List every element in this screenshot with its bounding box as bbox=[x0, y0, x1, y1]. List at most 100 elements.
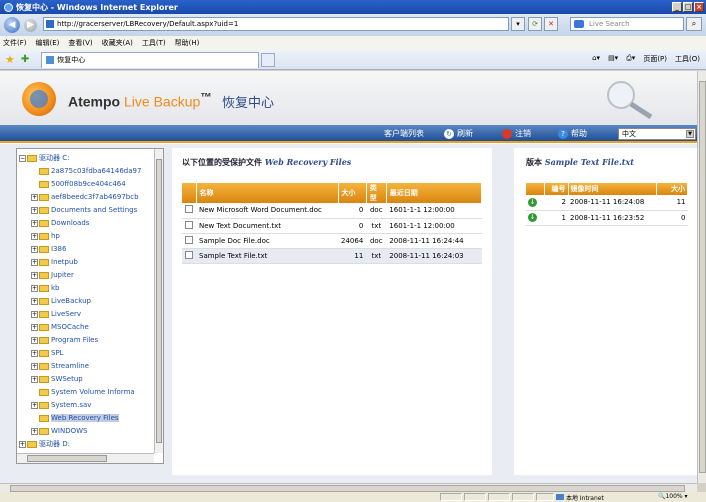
favorites-star-icon[interactable]: ★ bbox=[5, 53, 15, 66]
expand-icon[interactable]: + bbox=[31, 310, 38, 318]
col-image-time[interactable]: 镜像时间 bbox=[568, 183, 657, 195]
tree-node[interactable]: + Streamline bbox=[31, 361, 89, 371]
col-version-size[interactable]: 大小 bbox=[656, 183, 688, 195]
col-type[interactable]: 类型 bbox=[366, 183, 387, 203]
logout-link[interactable]: 注销 bbox=[502, 128, 531, 139]
version-row[interactable]: ↓ 1 2008-11-11 16:23:52 0 bbox=[526, 210, 688, 226]
tree-node[interactable]: + 驱动器 D: bbox=[19, 439, 70, 449]
file-checkbox[interactable] bbox=[185, 220, 193, 229]
file-checkbox[interactable] bbox=[185, 235, 193, 244]
file-type: txt bbox=[366, 248, 387, 264]
collapse-icon[interactable]: − bbox=[19, 154, 26, 162]
expand-icon[interactable]: + bbox=[31, 284, 38, 292]
expand-icon[interactable]: + bbox=[31, 323, 38, 331]
refresh-link[interactable]: ↻ 刷新 bbox=[444, 128, 473, 139]
menu-help[interactable]: 帮助(H) bbox=[175, 38, 200, 48]
file-row[interactable]: New Microsoft Word Document.doc 0 doc 1601-… bbox=[182, 203, 482, 219]
expand-icon[interactable]: + bbox=[31, 245, 38, 253]
col-date[interactable]: 最近日期 bbox=[386, 183, 483, 203]
expand-icon[interactable]: + bbox=[31, 427, 38, 435]
maximize-button[interactable]: □ bbox=[683, 2, 693, 12]
tree-node[interactable]: + WINDOWS bbox=[31, 426, 88, 436]
page-menu[interactable]: 页面(P) bbox=[643, 54, 667, 64]
address-dropdown-button[interactable]: ▾ bbox=[511, 17, 525, 31]
new-tab-button[interactable] bbox=[261, 52, 276, 67]
stop-icon[interactable]: ✕ bbox=[544, 17, 558, 31]
menu-file[interactable]: 文件(F) bbox=[3, 38, 27, 48]
file-checkbox[interactable] bbox=[185, 205, 193, 214]
tree-node[interactable]: + System.sav bbox=[31, 400, 91, 410]
expand-icon[interactable]: + bbox=[31, 362, 38, 370]
expand-icon[interactable]: + bbox=[19, 440, 26, 448]
page-horizontal-scrollbar[interactable] bbox=[0, 483, 697, 492]
restore-icon[interactable]: ↓ bbox=[528, 213, 537, 222]
tree-vertical-scrollbar[interactable] bbox=[154, 149, 163, 453]
client-list-link[interactable]: 客户端列表 bbox=[384, 128, 424, 139]
menu-edit[interactable]: 编辑(E) bbox=[36, 38, 60, 48]
col-size[interactable]: 大小 bbox=[338, 183, 367, 203]
tree-node[interactable]: + SPL bbox=[31, 348, 64, 358]
file-row[interactable]: New Text Document.txt 0 txt 1601-1-1 12:00:… bbox=[182, 218, 482, 234]
expand-icon[interactable]: + bbox=[31, 193, 38, 201]
print-icon[interactable]: ⎙▾ bbox=[626, 54, 635, 64]
expand-icon[interactable]: + bbox=[31, 375, 38, 383]
tree-node[interactable]: + Inetpub bbox=[31, 257, 78, 267]
tree-node[interactable]: + hp bbox=[31, 231, 60, 241]
tree-node[interactable]: + Documents and Settings bbox=[31, 205, 137, 215]
expand-icon[interactable]: + bbox=[31, 232, 38, 240]
menu-favorites[interactable]: 收藏夹(A) bbox=[102, 38, 133, 48]
tree-node[interactable]: + Jupiter bbox=[31, 270, 74, 280]
tree-node[interactable]: 500ff08b9ce404c464 bbox=[39, 179, 126, 189]
tree-node[interactable]: + Program Files bbox=[31, 335, 98, 345]
refresh-page-icon[interactable]: ⟳ bbox=[528, 17, 542, 31]
tree-node[interactable]: + SWSetup bbox=[31, 374, 83, 384]
tab-recovery-center[interactable]: 恢复中心 bbox=[41, 51, 260, 68]
zoom-level[interactable]: 🔍100% ▾ bbox=[658, 492, 688, 502]
expand-icon[interactable]: + bbox=[31, 297, 38, 305]
expand-icon[interactable]: + bbox=[31, 258, 38, 266]
tree-node[interactable]: + kb bbox=[31, 283, 60, 293]
menu-view[interactable]: 查看(V) bbox=[68, 38, 92, 48]
search-input[interactable]: Live Search bbox=[570, 17, 684, 31]
add-favorites-icon[interactable]: ✚ bbox=[21, 54, 29, 65]
tree-node[interactable]: Web Recovery Files bbox=[39, 413, 119, 423]
col-number[interactable]: 编号 bbox=[544, 183, 569, 195]
expand-icon[interactable]: + bbox=[31, 206, 38, 214]
home-icon[interactable]: ⌂▾ bbox=[592, 54, 600, 64]
close-button[interactable]: × bbox=[694, 2, 704, 12]
tree-node[interactable]: + Downloads bbox=[31, 218, 89, 228]
tree-node[interactable]: 2a875c03fdba64146da97 bbox=[39, 166, 141, 176]
file-row[interactable]: Sample Text File.txt 11 txt 2008-11-11 16:2… bbox=[182, 248, 482, 264]
expand-icon[interactable]: + bbox=[31, 219, 38, 227]
tree-node[interactable]: − 驱动器 C: bbox=[19, 153, 69, 163]
tree-node[interactable]: + LiveServ bbox=[31, 309, 81, 319]
page-vertical-scrollbar[interactable] bbox=[697, 71, 706, 483]
minimize-button[interactable]: _ bbox=[672, 2, 682, 12]
col-name[interactable]: 名称 bbox=[196, 183, 339, 203]
address-bar[interactable]: http://gracerserver/LBRecovery/Default.a… bbox=[43, 17, 509, 31]
back-button[interactable]: ◀ bbox=[4, 17, 20, 33]
menu-tools[interactable]: 工具(T) bbox=[142, 38, 166, 48]
tree-node[interactable]: + MSOCache bbox=[31, 322, 89, 332]
expand-icon[interactable]: + bbox=[31, 336, 38, 344]
tree-node[interactable]: + LiveBackup bbox=[31, 296, 91, 306]
expand-icon[interactable]: + bbox=[31, 401, 38, 409]
file-checkbox[interactable] bbox=[185, 250, 193, 259]
help-link[interactable]: ? 帮助 bbox=[558, 128, 587, 139]
file-row[interactable]: Sample Doc File.doc 24064 doc 2008-11-11 16… bbox=[182, 233, 482, 249]
forward-button[interactable]: ▶ bbox=[24, 18, 37, 32]
security-zone[interactable]: 本地 Intranet bbox=[556, 492, 604, 502]
expand-icon[interactable]: + bbox=[31, 271, 38, 279]
tree-node[interactable]: + aef8beedc3f7ab4697bcb bbox=[31, 192, 139, 202]
feeds-icon[interactable]: ▤▾ bbox=[608, 54, 618, 64]
status-cell bbox=[512, 493, 534, 501]
expand-icon[interactable]: + bbox=[31, 349, 38, 357]
search-icon[interactable]: ⌕ bbox=[686, 17, 702, 31]
language-select[interactable]: 中文 ▼ bbox=[618, 128, 696, 140]
restore-icon[interactable]: ↓ bbox=[528, 197, 537, 207]
tree-node[interactable]: System Volume Informa bbox=[39, 387, 135, 397]
version-row[interactable]: ↓ 2 2008-11-11 16:24:08 11 bbox=[526, 195, 688, 211]
tools-menu[interactable]: 工具(O) bbox=[675, 54, 700, 64]
tree-horizontal-scrollbar[interactable] bbox=[17, 453, 154, 463]
tree-node[interactable]: + I386 bbox=[31, 244, 66, 254]
